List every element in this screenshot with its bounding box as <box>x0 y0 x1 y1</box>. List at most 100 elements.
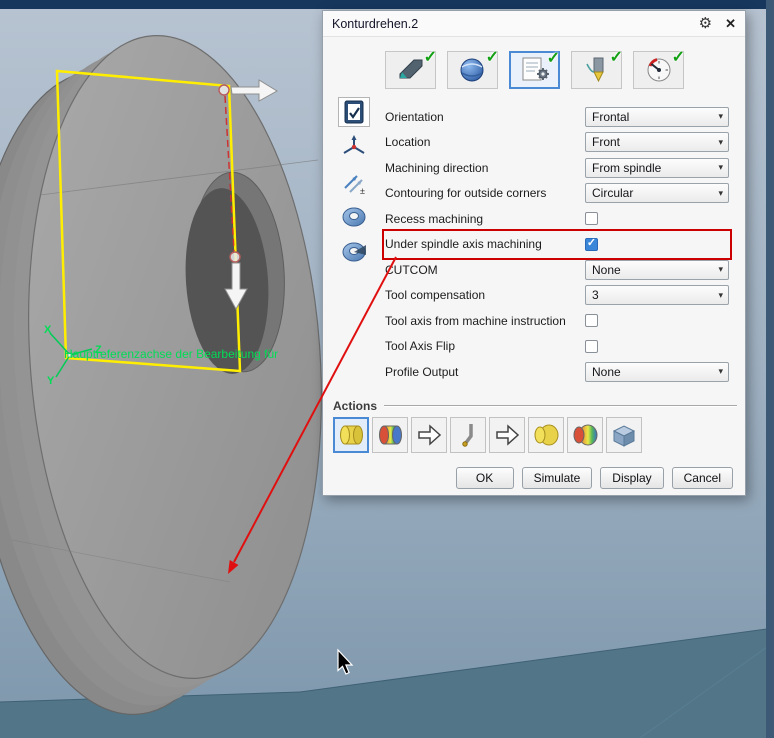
action-forward-button-2[interactable] <box>489 417 525 453</box>
green-annotation-text: Hauptreferenzachse der Bearbeitung für <box>64 347 278 361</box>
field-row-tool-axis-machine: Tool axis from machine instruction <box>385 308 729 334</box>
tab-geometry[interactable]: ✓ <box>447 49 499 89</box>
ok-button[interactable]: OK <box>455 467 514 489</box>
yellow-cylinder-icon <box>340 425 363 445</box>
axis-label-y: Y <box>47 375 55 387</box>
strip-reference-axis[interactable] <box>338 132 370 162</box>
rainbow-cylinder-icon <box>379 425 402 445</box>
display-button[interactable]: Display <box>600 467 664 489</box>
strip-operation-checklist[interactable] <box>338 97 370 127</box>
yellow-stock-icon <box>534 424 559 446</box>
tab-tool[interactable]: ✓ <box>571 49 623 89</box>
strategy-tool-icon <box>399 59 422 79</box>
turning-tool-icon <box>585 57 604 83</box>
check-icon: ✓ <box>609 49 623 66</box>
action-part-button[interactable] <box>333 417 369 453</box>
field-row-profile-output: Profile Output None ▾ <box>385 359 729 385</box>
tool-axis-from-machine-checkbox[interactable] <box>585 314 598 328</box>
field-label: Contouring for outside corners <box>385 186 547 201</box>
right-window-edge <box>766 0 774 738</box>
strip-stock-geometry[interactable] <box>338 237 370 267</box>
axis-endpoint-bottom <box>229 251 241 263</box>
field-label: Recess machining <box>385 211 484 226</box>
action-icons-row <box>333 417 737 453</box>
location-select[interactable]: Front ▾ <box>585 132 729 153</box>
action-stock-button[interactable] <box>528 417 564 453</box>
offset-arrows-icon: ± <box>344 175 365 195</box>
settings-gear-icon[interactable]: ⚙ <box>699 16 712 31</box>
parameters-form: Orientation Frontal ▾ Location Front ▾ M… <box>382 104 732 385</box>
left-icon-strip: ± <box>333 97 375 267</box>
tab-strategy[interactable]: ✓ <box>385 49 437 89</box>
under-spindle-axis-checkbox[interactable]: ✓ <box>585 237 598 251</box>
konturdrehen-dialog: Konturdrehen.2 ⚙ ✕ ✓ ✓ ✓ ✓ ✓ ± Orientati… <box>322 10 746 496</box>
torus-section-icon <box>342 242 366 262</box>
action-part-rendered-button[interactable] <box>372 417 408 453</box>
field-row-contouring: Contouring for outside corners Circular … <box>385 181 729 207</box>
check-icon: ✓ <box>586 237 597 250</box>
top-window-edge <box>0 0 774 9</box>
cutcom-select[interactable]: None ▾ <box>585 259 729 280</box>
actions-header: Actions <box>333 399 737 413</box>
field-row-under-spindle-axis: Under spindle axis machining ✓ <box>382 228 732 260</box>
chevron-down-icon: ▾ <box>718 264 723 275</box>
svg-text:±: ± <box>360 186 365 195</box>
axis-endpoint-top <box>218 84 230 96</box>
titlebar-icons: ⚙ ✕ <box>699 16 736 31</box>
field-label: Profile Output <box>385 364 459 379</box>
chevron-down-icon: ▾ <box>718 136 723 147</box>
action-forward-button-1[interactable] <box>411 417 447 453</box>
field-label: Machining direction <box>385 160 489 175</box>
recess-machining-checkbox[interactable] <box>585 212 598 226</box>
field-label: Under spindle axis machining <box>385 237 542 252</box>
field-row-tool-axis-flip: Tool Axis Flip <box>385 334 729 360</box>
check-icon: ✓ <box>423 49 437 66</box>
profile-output-select[interactable]: None ▾ <box>585 361 729 382</box>
orientation-select[interactable]: Frontal ▾ <box>585 106 729 127</box>
tool-axis-flip-checkbox[interactable] <box>585 339 598 353</box>
machining-direction-select[interactable]: From spindle ▾ <box>585 157 729 178</box>
clipboard-check-icon <box>344 100 364 124</box>
output-machine-icon <box>612 425 636 447</box>
field-label: Tool axis from machine instruction <box>385 313 566 328</box>
check-icon: ✓ <box>546 50 560 67</box>
action-stock-rendered-button[interactable] <box>567 417 603 453</box>
field-label: Tool Axis Flip <box>385 339 456 354</box>
torus-icon <box>342 207 366 227</box>
field-row-orientation: Orientation Frontal ▾ <box>385 104 729 130</box>
tool-compensation-select[interactable]: 3 ▾ <box>585 285 729 306</box>
action-output-button[interactable] <box>606 417 642 453</box>
field-label: Tool compensation <box>385 288 486 303</box>
strip-offsets[interactable]: ± <box>338 167 370 197</box>
field-label: Orientation <box>385 109 444 124</box>
actions-section: Actions <box>333 399 737 453</box>
rainbow-stock-icon <box>573 424 598 446</box>
geometry-ball-icon <box>460 58 483 82</box>
dialog-titlebar[interactable]: Konturdrehen.2 ⚙ ✕ <box>323 11 745 37</box>
tool-motion-icon <box>462 424 473 447</box>
tab-strip: ✓ ✓ ✓ ✓ ✓ <box>385 49 685 89</box>
check-icon: ✓ <box>485 49 499 66</box>
field-row-location: Location Front ▾ <box>385 130 729 156</box>
close-icon[interactable]: ✕ <box>725 17 736 30</box>
axis-system-icon <box>343 135 365 154</box>
cancel-button[interactable]: Cancel <box>671 467 733 489</box>
right-arrow-icon <box>496 424 520 446</box>
chevron-down-icon: ▾ <box>718 289 723 300</box>
simulate-button[interactable]: Simulate <box>521 467 593 489</box>
chevron-down-icon: ▾ <box>718 366 723 377</box>
field-row-machining-direction: Machining direction From spindle ▾ <box>385 155 729 181</box>
action-tool-button[interactable] <box>450 417 486 453</box>
strip-part-geometry[interactable] <box>338 202 370 232</box>
tab-feeds-speeds[interactable]: ✓ <box>633 49 685 89</box>
right-arrow-icon <box>418 424 442 446</box>
actions-title: Actions <box>333 399 378 413</box>
contouring-select[interactable]: Circular ▾ <box>585 183 729 204</box>
parameters-sheet-gear-icon <box>522 57 549 81</box>
field-row-cutcom: CUTCOM None ▾ <box>385 257 729 283</box>
dialog-title: Konturdrehen.2 <box>332 16 419 31</box>
field-row-tool-compensation: Tool compensation 3 ▾ <box>385 283 729 309</box>
field-label: CUTCOM <box>385 262 438 277</box>
actions-divider <box>384 405 737 407</box>
tab-machining-parameters[interactable]: ✓ <box>509 50 560 89</box>
